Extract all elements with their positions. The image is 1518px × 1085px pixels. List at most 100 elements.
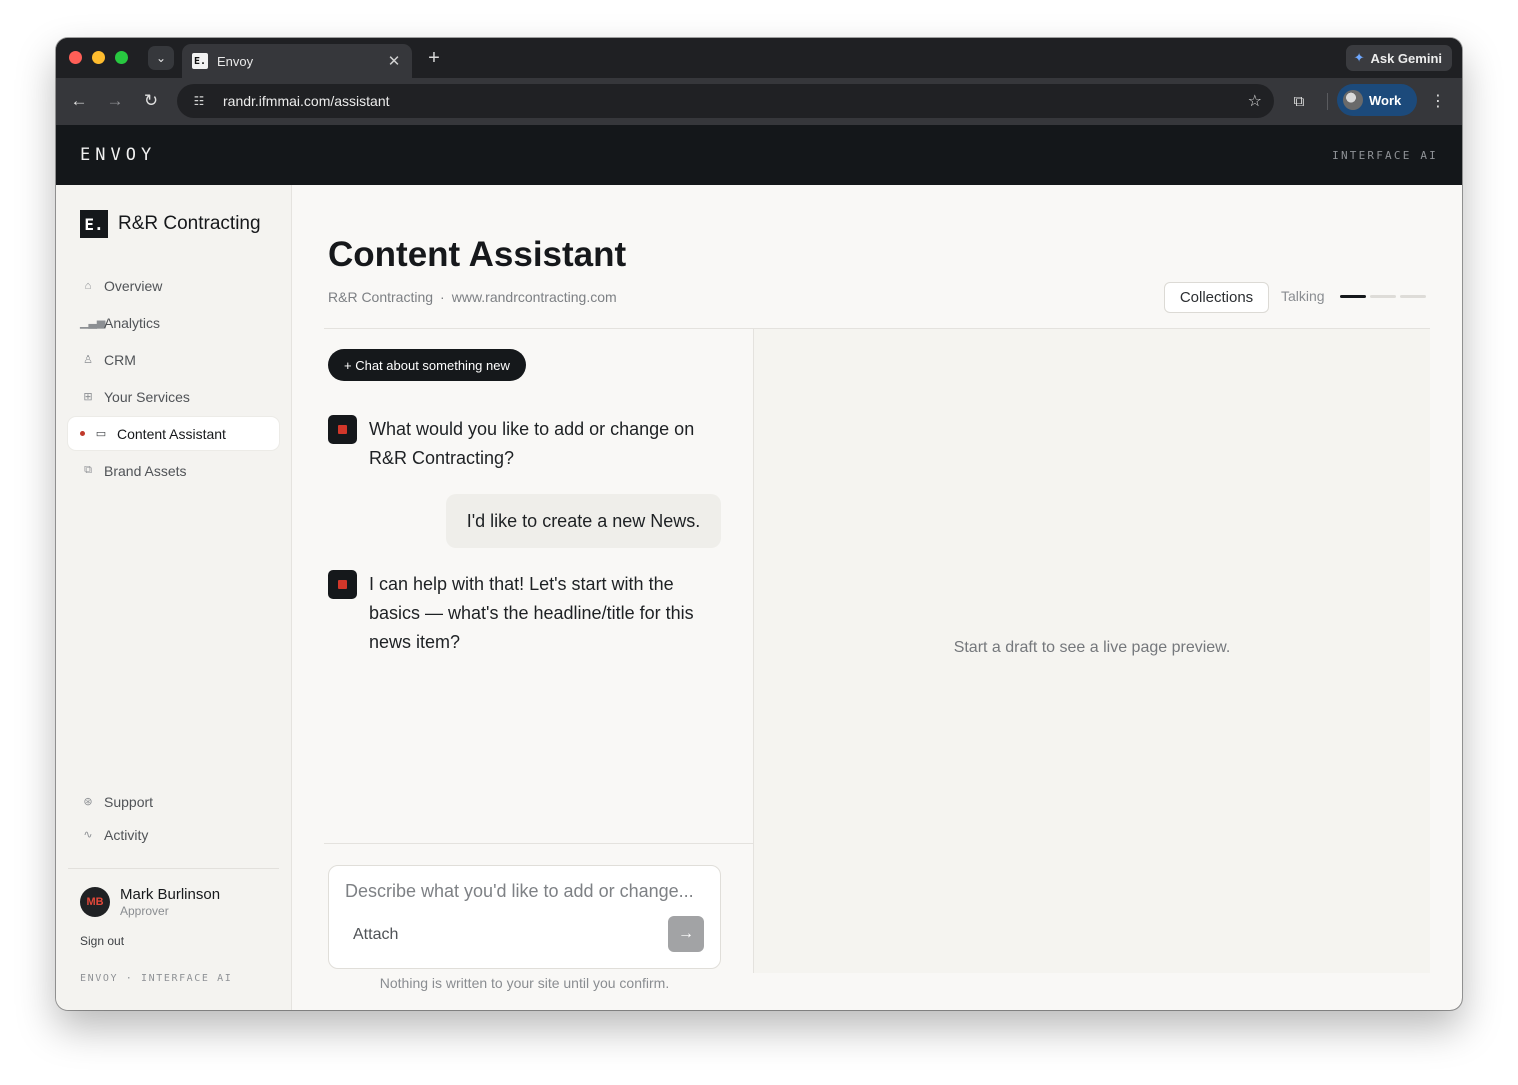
sidebar-item-label: Content Assistant	[117, 425, 226, 442]
send-button[interactable]: →	[668, 916, 704, 952]
more-menu-icon[interactable]: ⋮	[1428, 90, 1448, 112]
user-role: Approver	[120, 904, 169, 918]
active-indicator	[80, 431, 85, 436]
sidebar-item-brand-assets[interactable]: ⧉ Brand Assets	[68, 454, 279, 487]
arrow-right-icon: →	[678, 925, 694, 942]
sidebar-item-label: Your Services	[104, 388, 190, 405]
sidebar-item-label: CRM	[104, 351, 136, 368]
sidebar-item-crm[interactable]: ♙ CRM	[68, 343, 279, 376]
assistant-avatar-icon	[328, 570, 357, 599]
user-name: Mark Burlinson	[120, 886, 221, 903]
browser-tab[interactable]: E. Envoy ✕	[182, 44, 412, 78]
sidebar-item-support[interactable]: ⊛ Support	[68, 787, 279, 816]
attach-button[interactable]: Attach	[353, 926, 398, 944]
subtitle-separator: ·	[440, 289, 445, 305]
message-input[interactable]	[345, 881, 705, 902]
ask-gemini-label: Ask Gemini	[1370, 50, 1442, 66]
app-tagline: INTERFACE AI	[1332, 149, 1438, 162]
sidebar-item-overview[interactable]: ⌂ Overview	[68, 269, 279, 302]
favicon-icon: E.	[192, 53, 208, 69]
sidebar-secondary-nav: ⊛ Support ∿ Activity	[68, 787, 279, 853]
reload-icon: ↻	[143, 91, 159, 110]
preview-empty-state: Start a draft to see a live page preview…	[953, 639, 1231, 656]
back-button[interactable]: ←	[67, 89, 91, 113]
status-progress	[1340, 295, 1426, 298]
grid-icon: ⊞	[83, 391, 93, 403]
maximize-window-button[interactable]	[115, 51, 128, 64]
collections-button[interactable]: Collections	[1164, 282, 1269, 313]
ask-gemini-button[interactable]: ✦ Ask Gemini	[1345, 45, 1452, 71]
page-preview-panel: Start a draft to see a live page preview…	[754, 329, 1430, 973]
new-tab-button[interactable]: +	[422, 46, 446, 70]
brand-name: R&R Contracting	[118, 213, 261, 234]
tab-search-button[interactable]: ⌄	[148, 46, 174, 70]
user-meta: Mark Burlinson Approver	[120, 886, 220, 918]
reload-button[interactable]: ↻	[139, 89, 163, 113]
toolbar-divider	[1327, 93, 1328, 110]
sign-out-link[interactable]: Sign out	[80, 934, 124, 948]
sidebar-item-content-assistant[interactable]: ▭ Content Assistant	[68, 417, 279, 450]
tab-strip: ⌄ E. Envoy ✕ + ✦ Ask Gemini	[56, 38, 1462, 78]
chat-icon: ▭	[95, 428, 107, 440]
page-subtitle: R&R Contracting · www.randrcontracting.com	[328, 289, 617, 305]
message-composer: Attach →	[328, 865, 721, 969]
progress-step	[1370, 295, 1396, 298]
website-url: www.randrcontracting.com	[451, 289, 617, 305]
sidebar-item-activity[interactable]: ∿ Activity	[68, 820, 279, 849]
home-icon: ⌂	[84, 279, 92, 292]
pulse-icon: ∿	[83, 829, 93, 841]
close-icon[interactable]: ✕	[386, 52, 402, 70]
arrow-left-icon: ←	[70, 91, 88, 110]
extensions-puzzle-icon[interactable]: ⧉	[1288, 90, 1310, 112]
message-text: I can help with that! Let's start with t…	[369, 574, 694, 652]
minimize-window-button[interactable]	[92, 51, 105, 64]
profile-avatar	[1343, 90, 1363, 110]
assistant-avatar-icon	[328, 415, 357, 444]
sidebar-item-analytics[interactable]: ▁▃▅ Analytics	[68, 306, 279, 339]
profile-button[interactable]: Work	[1337, 84, 1417, 116]
close-window-button[interactable]	[69, 51, 82, 64]
app-logo[interactable]: ENVOY	[80, 145, 156, 165]
user-card[interactable]: MB Mark Burlinson Approver	[80, 886, 220, 918]
bookmark-star-icon[interactable]: ☆	[1248, 91, 1262, 111]
forward-button[interactable]: →	[103, 89, 127, 113]
bar-chart-icon: ▁▃▅	[80, 317, 106, 329]
person-icon: ♙	[83, 354, 93, 366]
site-info-icon[interactable]: ☷	[189, 91, 209, 111]
sidebar-item-your-services[interactable]: ⊞ Your Services	[68, 380, 279, 413]
brand-logo: E.	[80, 210, 108, 238]
browser-window: ⌄ E. Envoy ✕ + ✦ Ask Gemini ← → ↻ ☷ rand…	[56, 38, 1462, 1010]
profile-label: Work	[1369, 92, 1402, 108]
page-title: Content Assistant	[328, 235, 627, 274]
message-text: What would you like to add or change on …	[369, 419, 695, 468]
sidebar-item-label: Overview	[104, 277, 163, 294]
gemini-sparkle-icon: ✦	[1353, 50, 1365, 65]
progress-step	[1340, 295, 1366, 298]
plus-icon: +	[428, 46, 440, 69]
user-message: I'd like to create a new News.	[446, 494, 721, 548]
brand[interactable]: E. R&R Contracting	[80, 210, 261, 238]
images-icon: ⧉	[84, 464, 92, 476]
composer-divider	[324, 843, 754, 844]
status-label: Talking	[1281, 288, 1325, 304]
app-header: ENVOY INTERFACE AI	[56, 125, 1462, 185]
company-name: R&R Contracting	[328, 289, 434, 305]
new-chat-button[interactable]: + Chat about something new	[328, 349, 526, 381]
sidebar-item-label: Support	[104, 793, 154, 810]
sidebar-footer: ENVOY · INTERFACE AI	[80, 973, 233, 984]
tab-title: Envoy	[217, 53, 254, 69]
sidebar-item-label: Activity	[104, 826, 149, 843]
browser-toolbar: ← → ↻ ☷ randr.ifmmai.com/assistant ☆ ⧉ W…	[56, 78, 1462, 125]
sidebar: E. R&R Contracting ⌂ Overview ▁▃▅ Analyt…	[56, 185, 292, 1010]
chevron-down-icon: ⌄	[155, 51, 167, 65]
sidebar-item-label: Brand Assets	[104, 462, 187, 479]
app-body: E. R&R Contracting ⌂ Overview ▁▃▅ Analyt…	[56, 185, 1462, 1010]
avatar: MB	[80, 887, 110, 917]
assistant-message: What would you like to add or change on …	[328, 415, 724, 473]
sidebar-item-label: Analytics	[104, 314, 161, 331]
desktop: ⌄ E. Envoy ✕ + ✦ Ask Gemini ← → ↻ ☷ rand…	[0, 0, 1518, 1085]
sidebar-nav: ⌂ Overview ▁▃▅ Analytics ♙ CRM ⊞ Your Se…	[68, 269, 279, 491]
url-text[interactable]: randr.ifmmai.com/assistant	[223, 93, 1248, 109]
address-bar[interactable]: ☷ randr.ifmmai.com/assistant ☆	[177, 84, 1274, 118]
sidebar-divider	[68, 868, 279, 869]
